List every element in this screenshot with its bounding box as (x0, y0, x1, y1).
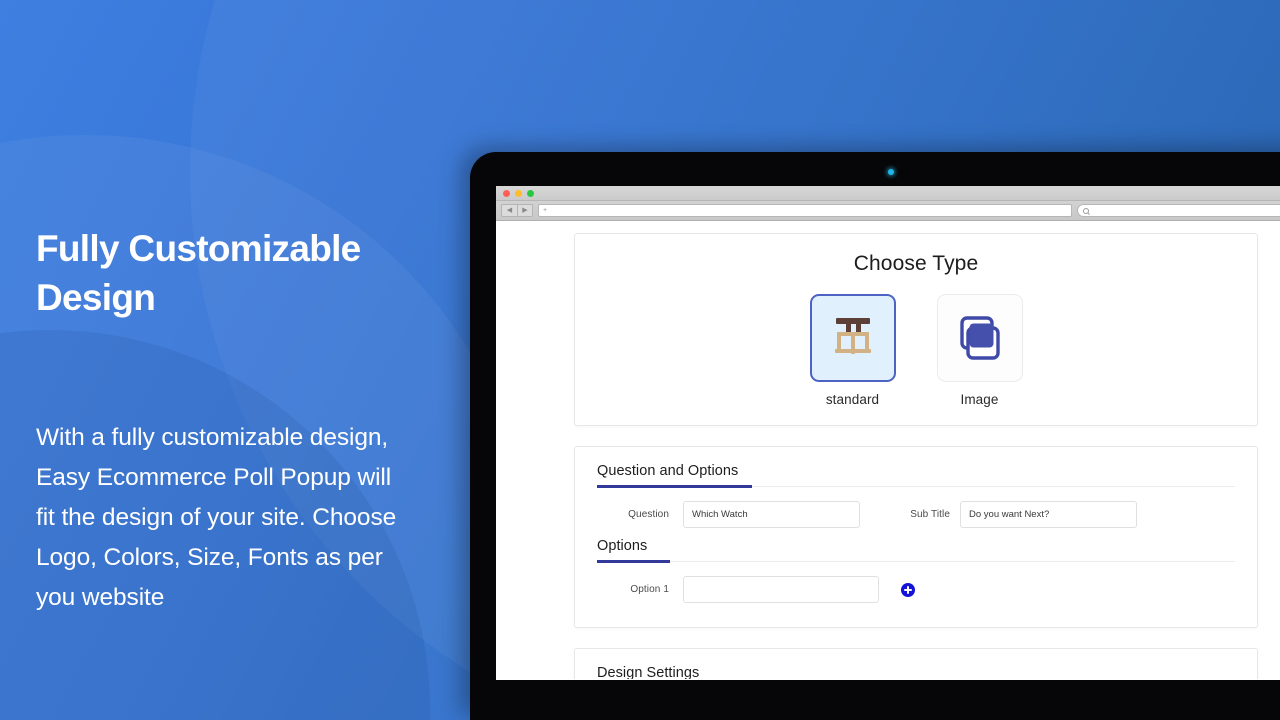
back-button[interactable]: ◀ (501, 204, 517, 217)
address-bar-text: + (543, 207, 548, 214)
option-field-row: Option 1 (597, 576, 1235, 603)
page-title: Choose Type (853, 252, 979, 275)
design-settings-card: Design Settings (574, 648, 1258, 679)
type-tile-image[interactable] (936, 294, 1023, 382)
zoom-window-button[interactable] (527, 190, 534, 197)
subtitle-label: Sub Title (910, 509, 950, 520)
forward-button[interactable]: ▶ (517, 204, 533, 217)
navigation-buttons: ◀ ▶ (501, 204, 533, 217)
heading-underline (597, 560, 1235, 563)
options-heading: Options (597, 538, 1235, 563)
question-field-row: Question Sub Title (597, 501, 1235, 528)
question-label: Question (628, 509, 669, 520)
design-settings-heading-text: Design Settings (597, 665, 700, 679)
image-layers-icon (959, 316, 1000, 360)
type-label-image: Image (960, 392, 999, 407)
promo-body-text: With a fully customizable design, Easy E… (36, 424, 397, 611)
browser-window: ◀ ▶ + Choose Type standard Image Questio… (496, 186, 1280, 680)
type-option-list: standard Image (605, 294, 1227, 407)
minimize-window-button[interactable] (515, 190, 522, 197)
subtitle-input[interactable] (960, 501, 1137, 528)
question-options-heading: Question and Options (597, 463, 1235, 488)
address-bar[interactable]: + (538, 204, 1072, 217)
option-1-label: Option 1 (630, 584, 669, 595)
browser-titlebar (496, 186, 1280, 201)
promo-headline: Fully Customizable Design (36, 228, 361, 319)
type-tile-standard[interactable] (809, 294, 896, 382)
browser-toolbar: ◀ ▶ + (496, 201, 1280, 221)
type-option-standard[interactable]: standard (809, 294, 897, 407)
heading-underline (597, 485, 1235, 488)
search-icon (1083, 207, 1089, 214)
standard-layout-icon (834, 318, 871, 354)
question-options-card: Question and Options Question Sub Title … (574, 446, 1258, 628)
app-page: Choose Type standard Image Question and … (496, 221, 1280, 679)
option-1-input[interactable] (683, 576, 879, 603)
options-heading-text: Options (597, 538, 648, 554)
choose-type-card: Choose Type standard Image (574, 233, 1258, 426)
browser-search-field[interactable] (1077, 204, 1280, 217)
add-option-button[interactable] (901, 582, 915, 597)
type-label-standard: standard (825, 392, 880, 407)
close-window-button[interactable] (503, 190, 510, 197)
question-options-heading-text: Question and Options (597, 463, 739, 479)
type-option-image[interactable]: Image (936, 294, 1024, 407)
question-input[interactable] (683, 501, 860, 528)
webcam-indicator-icon (888, 169, 894, 175)
laptop-mockup: ◀ ▶ + Choose Type standard Image Questio… (470, 152, 1280, 720)
promo-slide: Fully Customizable Design With a fully c… (0, 0, 1280, 720)
design-settings-heading: Design Settings (597, 665, 1235, 679)
window-traffic-lights (503, 190, 534, 197)
